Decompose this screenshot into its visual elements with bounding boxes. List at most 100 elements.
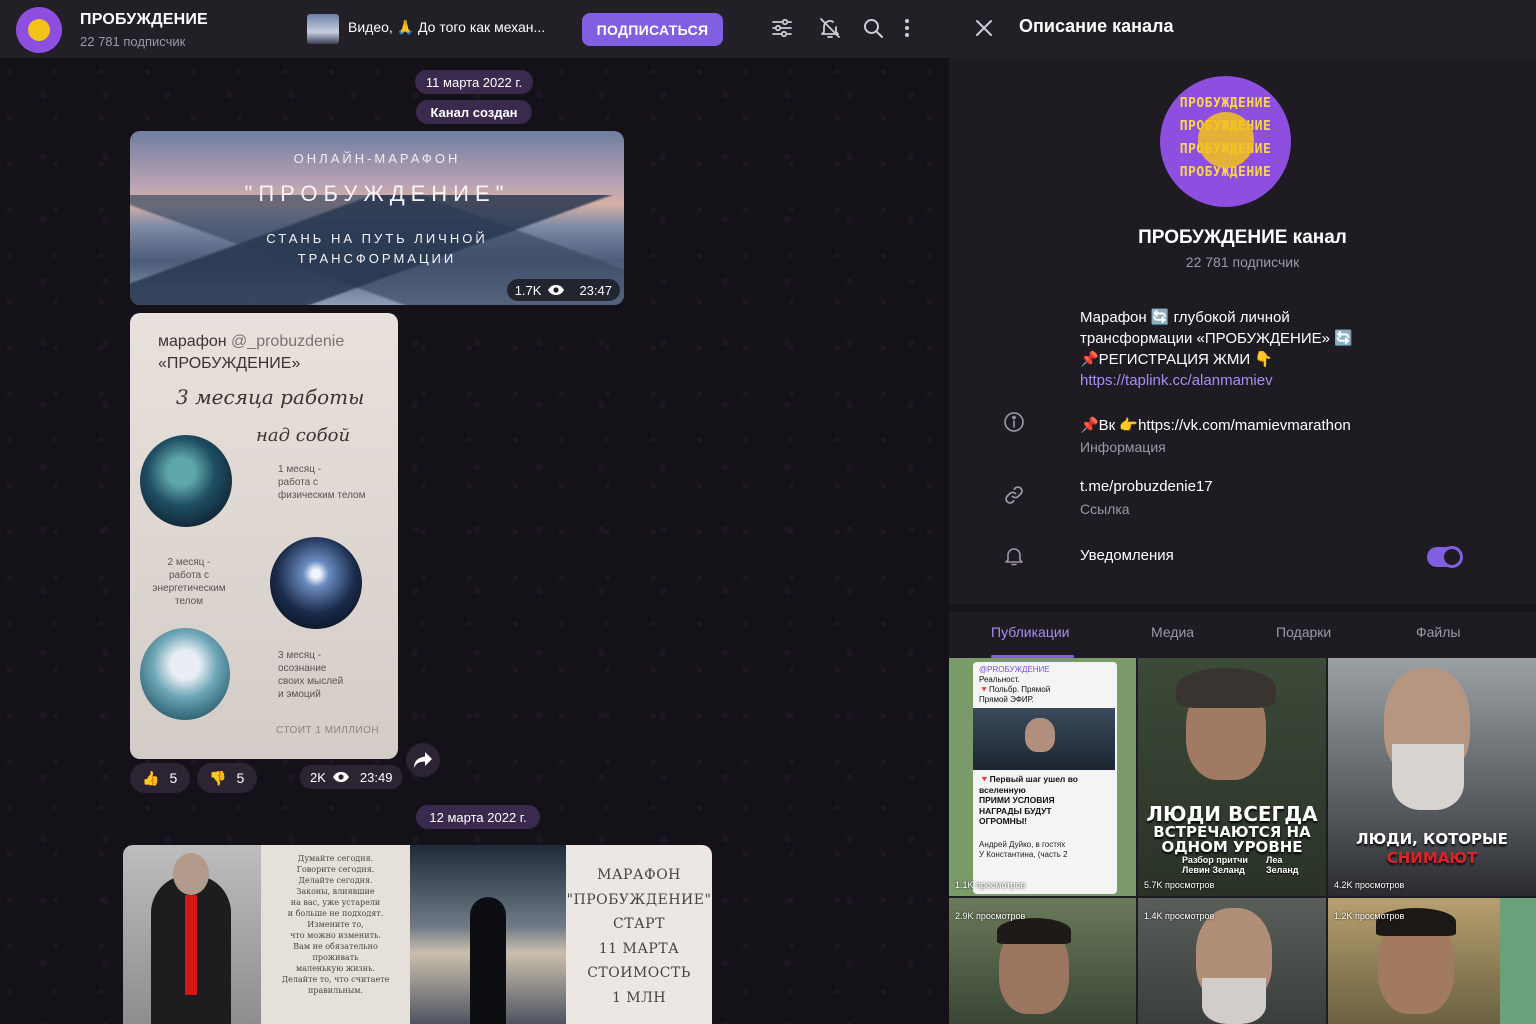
description-link[interactable]: https://taplink.cc/alanmamiev (1080, 370, 1460, 391)
share-icon (414, 752, 432, 768)
album-post[interactable]: Думайте сегодня. Говорите сегодня. Делайте… (123, 845, 712, 1024)
thumbnail-caption: ЛЮДИ, КОТОРЫЕ (1356, 830, 1508, 848)
toggle-knob (1441, 546, 1463, 568)
tab-media[interactable]: Медиа (1151, 624, 1194, 640)
publication-thumbnail[interactable]: 2.9K просмотров (949, 898, 1136, 1024)
thumbnail-views: 4.2K просмотров (1334, 880, 1405, 890)
panel-header: Описание канала (949, 0, 1536, 58)
link-icon (1003, 484, 1025, 506)
channel-mention: @_probuzdenie (231, 333, 345, 350)
post-time: 23:49 (359, 769, 393, 785)
thumbs-up-icon: 👍 (142, 769, 160, 786)
subscriber-count: 22 781 подписчик (1185, 254, 1300, 270)
app-window: ПРОБУЖДЕНИЕ 22 781 подписчик Видео, 🙏 До… (0, 0, 1536, 1024)
share-button[interactable] (406, 743, 440, 777)
thumbnail-subcaption: Разбор притчи Левин Зеланд (1182, 855, 1248, 875)
album-poem-card[interactable]: Думайте сегодня. Говорите сегодня. Делайте… (261, 845, 410, 1024)
tab-gifts[interactable]: Подарки (1276, 624, 1331, 640)
pinned-message-thumbnail[interactable] (307, 14, 339, 44)
album-photo[interactable] (410, 845, 566, 1024)
description-line: Марафон 🔄 глубокой личной (1080, 309, 1290, 326)
eye-icon (332, 772, 349, 782)
close-icon[interactable] (973, 17, 995, 39)
pinned-message-text[interactable]: Видео, 🙏 До того как механ... (348, 19, 545, 36)
post-time: 23:47 (579, 282, 612, 298)
channel-avatar[interactable] (16, 7, 62, 53)
thumbnail-views: 1.2K просмотров (1334, 911, 1405, 921)
hair (1176, 668, 1276, 708)
more-icon[interactable] (895, 16, 919, 40)
post-meta: 2K 23:49 (300, 765, 403, 789)
script-title: 3 месяца работы (176, 385, 365, 409)
red-shirt (185, 895, 197, 995)
search-icon[interactable] (861, 16, 885, 40)
reaction-count: 5 (236, 770, 245, 786)
thumbs-down-icon: 👎 (209, 769, 227, 786)
card-header: @РROБУЖДЕНИЕ Реальност. 🔻Польбр. Прямой Пря… (979, 665, 1051, 704)
month-3-text: 3 месяц - осознание своих мыслей и эмоций (278, 650, 344, 700)
tab-files[interactable]: Файлы (1416, 624, 1460, 640)
reaction-dislike[interactable]: 👎 5 (197, 763, 257, 793)
view-count: 2K (310, 769, 326, 785)
album-photo[interactable] (123, 845, 261, 1024)
script-subtitle: над собой (256, 425, 351, 446)
post-meta: 1.7K 23:47 (506, 279, 620, 301)
publication-thumbnail[interactable]: ЛЮДИ, КОТОРЫЕ СНИМАЮТ 4.2K просмотров (1328, 658, 1536, 896)
tab-publications[interactable]: Публикации (991, 624, 1069, 640)
month-2-text: 2 месяц - работа с энергетическим телом (152, 557, 226, 607)
channel-title[interactable]: ПРОБУЖДЕНИЕ (80, 11, 208, 29)
post-banner-title: "ПРОБУЖДЕНИЕ" (244, 181, 510, 206)
subtitle-line: ТРАНСФОРМАЦИИ (297, 251, 457, 266)
side-panel (1500, 898, 1536, 1024)
photo-circle (270, 537, 362, 629)
card-caption: 🔻Первый шаг ушел во вселенную ПРИМИ УСЛОВИ… (979, 774, 1079, 826)
info-icon (1003, 411, 1025, 433)
publications-grid: @РROБУЖДЕНИЕ Реальност. 🔻Польбр. Прямой Пря… (949, 658, 1536, 1024)
channel-description: Марафон 🔄 глубокой личной трансформации … (1080, 307, 1460, 391)
channel-info-panel: Описание канала ПРОБУЖДЕНИЕ ПРОБУЖДЕНИЕ … (949, 0, 1536, 1024)
service-message: Канал создан (416, 100, 532, 124)
image-post[interactable]: марафон @_probuzdenie «ПРОБУЖДЕНИЕ» 3 ме… (130, 313, 398, 759)
month-1-text: 1 месяц - работа с физическим телом (278, 464, 366, 501)
beard (1202, 978, 1266, 1024)
album-promo-card[interactable]: МАРАФОН "ПРОБУЖДЕНИЕ" СТАРТ 11 МАРТА СТОИМОС… (566, 845, 712, 1024)
mute-bell-icon[interactable] (818, 16, 842, 40)
notifications-toggle[interactable] (1427, 546, 1463, 568)
publication-thumbnail[interactable]: 1.2K просмотров (1328, 898, 1536, 1024)
price-text: СТОИТ 1 МИЛЛИОН (276, 725, 380, 736)
publication-thumbnail[interactable]: 1.4K просмотров (1138, 898, 1326, 1024)
beard (1392, 744, 1464, 810)
channel-chat: ПРОБУЖДЕНИЕ 22 781 подписчик Видео, 🙏 До… (0, 0, 949, 1024)
thumbnail-views: 1.1K просмотров (955, 880, 1026, 890)
channel-name: ПРОБУЖДЕНИЕ канал (1138, 227, 1347, 248)
media-tabs: Публикации Медиа Подарки Файлы (949, 612, 1536, 658)
panel-title: Описание канала (1019, 16, 1174, 36)
subtitle-line: СТАНЬ НА ПУТЬ ЛИЧНОЙ (266, 231, 488, 246)
heading-text: марафон (158, 333, 232, 350)
reaction-like[interactable]: 👍 5 (130, 763, 190, 793)
description-line: 📌РЕГИСТРАЦИЯ ЖМИ 👇 (1080, 351, 1273, 368)
chat-header: ПРОБУЖДЕНИЕ 22 781 подписчик Видео, 🙏 До… (0, 0, 949, 58)
publication-thumbnail[interactable]: ЛЮДИ ВСЕГДА ВСТРЕЧАЮТСЯ НА ОДНОМ УРОВНЕ … (1138, 658, 1326, 896)
notifications-label: Уведомления (1080, 547, 1174, 564)
info-value[interactable]: t.me/probuzdenie17 (1080, 478, 1213, 495)
avatar-lettering: ПРОБУЖДЕНИЕ (1179, 96, 1272, 111)
video-frame (973, 708, 1115, 770)
channel-avatar-large[interactable]: ПРОБУЖДЕНИЕ ПРОБУЖДЕНИЕ ПРОБУЖДЕНИЕ ПРОБ… (1160, 76, 1291, 207)
emblem-icon (1198, 112, 1254, 168)
post-heading: марафон @_probuzdenie (158, 333, 344, 351)
publication-thumbnail[interactable]: @РROБУЖДЕНИЕ Реальност. 🔻Польбр. Прямой Пря… (949, 658, 1136, 896)
eye-icon (548, 285, 565, 295)
info-value[interactable]: 📌Вк 👉https://vk.com/mamievmarathon (1080, 416, 1351, 434)
thumbnail-caption: ОДНОМ УРОВНЕ (1161, 838, 1303, 856)
subscriber-count: 22 781 подписчик (80, 34, 186, 49)
filter-icon[interactable] (770, 16, 794, 40)
reaction-count: 5 (169, 770, 178, 786)
subscribe-button[interactable]: ПОДПИСАТЬСЯ (582, 13, 723, 46)
description-line: трансформации «ПРОБУЖДЕНИЕ» 🔄 (1080, 330, 1353, 347)
post-banner-subtitle: СТАНЬ НА ПУТЬ ЛИЧНОЙ ТРАНСФОРМАЦИИ (130, 229, 624, 269)
date-separator: 11 марта 2022 г. (415, 70, 533, 94)
emblem-icon (28, 19, 50, 41)
video-post[interactable]: ОНЛАЙН-МАРАФОН "ПРОБУЖДЕНИЕ" СТАНЬ НА ПУ… (130, 131, 624, 305)
thumbnail-views: 1.4K просмотров (1144, 911, 1215, 921)
